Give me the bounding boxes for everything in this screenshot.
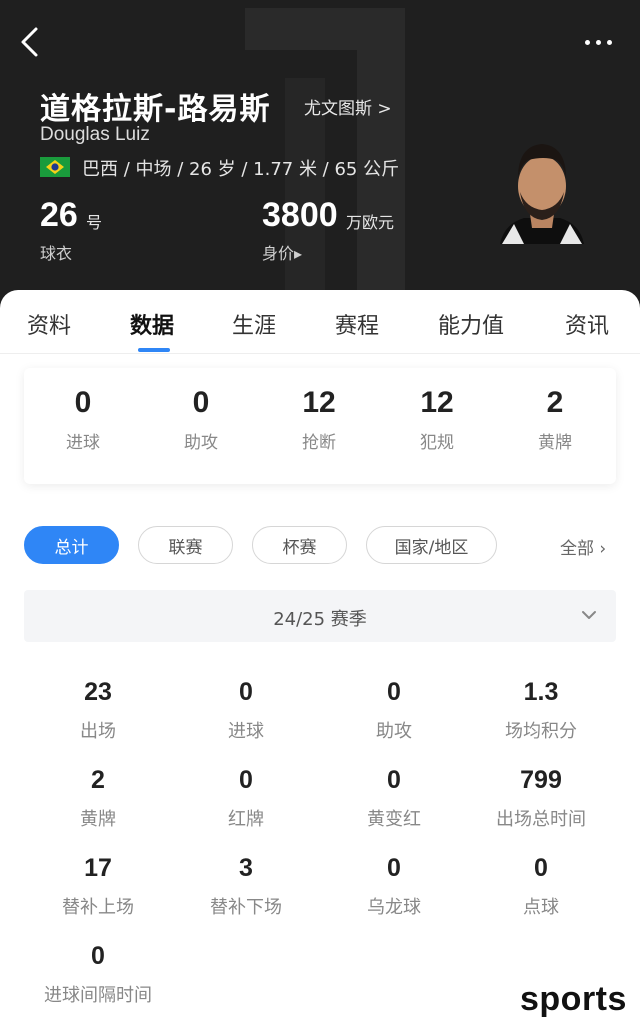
stat-value: 2 bbox=[91, 766, 105, 794]
player-name-english: Douglas Luiz bbox=[40, 124, 150, 145]
summary-item: 2 黄牌 bbox=[496, 386, 614, 453]
chevron-down-icon bbox=[582, 611, 596, 619]
summary-value: 0 bbox=[74, 386, 92, 419]
team-link[interactable]: 尤文图斯 > bbox=[304, 94, 392, 119]
player-avatar bbox=[500, 144, 584, 244]
stat-item: 17 替补上场 bbox=[24, 854, 172, 919]
brazil-flag-icon bbox=[40, 157, 70, 177]
jersey-label: 球衣 bbox=[40, 244, 73, 263]
season-label: 24/25 赛季 bbox=[273, 609, 367, 630]
market-value: 3800 bbox=[262, 196, 338, 234]
stat-value: 0 bbox=[387, 766, 401, 794]
market-value-unit: 万欧元 bbox=[346, 213, 395, 232]
summary-label: 进球 bbox=[66, 433, 100, 453]
sports-watermark: sports bbox=[520, 980, 627, 1018]
stat-item: 3 替补下场 bbox=[172, 854, 320, 919]
market-value-link[interactable]: 身价▸ bbox=[262, 240, 302, 264]
stat-label: 进球 bbox=[228, 721, 264, 742]
stat-value: 0 bbox=[387, 854, 401, 882]
stat-label: 点球 bbox=[523, 897, 559, 918]
summary-item: 0 进球 bbox=[24, 386, 142, 453]
stat-value: 0 bbox=[239, 678, 253, 706]
filter-national-chip[interactable]: 国家/地区 bbox=[366, 526, 497, 564]
stat-value: 3 bbox=[239, 854, 253, 882]
stat-value: 0 bbox=[91, 942, 105, 970]
season-selector[interactable]: 24/25 赛季 bbox=[24, 590, 616, 642]
summary-label: 助攻 bbox=[184, 433, 218, 453]
summary-value: 12 bbox=[302, 386, 336, 419]
all-filters-link[interactable]: 全部 › bbox=[560, 534, 606, 559]
stat-label: 乌龙球 bbox=[367, 897, 421, 918]
stat-label: 进球间隔时间 bbox=[44, 985, 152, 1006]
stat-item: 23 出场 bbox=[24, 678, 172, 743]
stat-label: 黄变红 bbox=[367, 809, 421, 830]
player-info-line: 巴西 / 中场 / 26 岁 / 1.77 米 / 65 公斤 bbox=[82, 159, 400, 180]
stat-label: 替补下场 bbox=[210, 897, 282, 918]
summary-value: 0 bbox=[192, 386, 210, 419]
stat-value: 1.3 bbox=[523, 678, 559, 706]
stat-item: 1.3 场均积分 bbox=[467, 678, 615, 743]
tab-news[interactable]: 资讯 bbox=[565, 308, 609, 340]
stat-label: 出场 bbox=[80, 721, 116, 742]
summary-stats-card: 0 进球 0 助攻 12 抢断 12 犯规 2 黄牌 bbox=[24, 368, 616, 484]
back-arrow-icon[interactable] bbox=[14, 24, 50, 60]
summary-item: 12 犯规 bbox=[378, 386, 496, 453]
jersey-number: 26 bbox=[40, 196, 78, 234]
summary-item: 12 抢断 bbox=[260, 386, 378, 453]
filter-league-chip[interactable]: 联赛 bbox=[138, 526, 233, 564]
summary-value: 12 bbox=[420, 386, 454, 419]
filter-total-chip[interactable]: 总计 bbox=[24, 526, 119, 564]
summary-label: 黄牌 bbox=[538, 433, 572, 453]
stat-label: 助攻 bbox=[376, 721, 412, 742]
summary-value: 2 bbox=[546, 386, 564, 419]
stat-item: 0 红牌 bbox=[172, 766, 320, 831]
player-name-chinese: 道格拉斯-路易斯 bbox=[40, 92, 271, 127]
summary-item: 0 助攻 bbox=[142, 386, 260, 453]
summary-label: 抢断 bbox=[302, 433, 336, 453]
stat-value: 799 bbox=[520, 766, 562, 794]
stat-item: 799 出场总时间 bbox=[467, 766, 615, 831]
filter-cup-chip[interactable]: 杯赛 bbox=[252, 526, 347, 564]
tab-ability[interactable]: 能力值 bbox=[438, 308, 504, 340]
stat-item: 0 黄变红 bbox=[320, 766, 468, 831]
stat-label: 替补上场 bbox=[62, 897, 134, 918]
tab-profile[interactable]: 资料 bbox=[27, 308, 71, 340]
stat-item: 0 进球间隔时间 bbox=[24, 942, 172, 1007]
stat-value: 0 bbox=[239, 766, 253, 794]
stat-label: 出场总时间 bbox=[496, 809, 586, 830]
stat-label: 场均积分 bbox=[505, 721, 577, 742]
stat-label: 黄牌 bbox=[80, 809, 116, 830]
stat-value: 23 bbox=[84, 678, 112, 706]
stat-item: 0 进球 bbox=[172, 678, 320, 743]
stat-item: 0 助攻 bbox=[320, 678, 468, 743]
stat-item: 2 黄牌 bbox=[24, 766, 172, 831]
stat-item: 0 乌龙球 bbox=[320, 854, 468, 919]
jersey-unit: 号 bbox=[86, 213, 103, 232]
tab-schedule[interactable]: 赛程 bbox=[335, 308, 379, 340]
tab-data[interactable]: 数据 bbox=[130, 308, 174, 340]
player-header: 道格拉斯-路易斯 尤文图斯 > Douglas Luiz 巴西 / 中场 / 2… bbox=[0, 0, 640, 310]
stat-value: 0 bbox=[534, 854, 548, 882]
tab-bar: 资料 数据 生涯 赛程 能力值 资讯 bbox=[0, 290, 640, 354]
stat-value: 17 bbox=[84, 854, 112, 882]
tab-career[interactable]: 生涯 bbox=[232, 308, 276, 340]
stat-label: 红牌 bbox=[228, 809, 264, 830]
stat-item: 0 点球 bbox=[467, 854, 615, 919]
summary-label: 犯规 bbox=[420, 433, 454, 453]
active-tab-indicator bbox=[138, 348, 170, 352]
more-options-icon[interactable] bbox=[576, 28, 620, 56]
stat-value: 0 bbox=[387, 678, 401, 706]
